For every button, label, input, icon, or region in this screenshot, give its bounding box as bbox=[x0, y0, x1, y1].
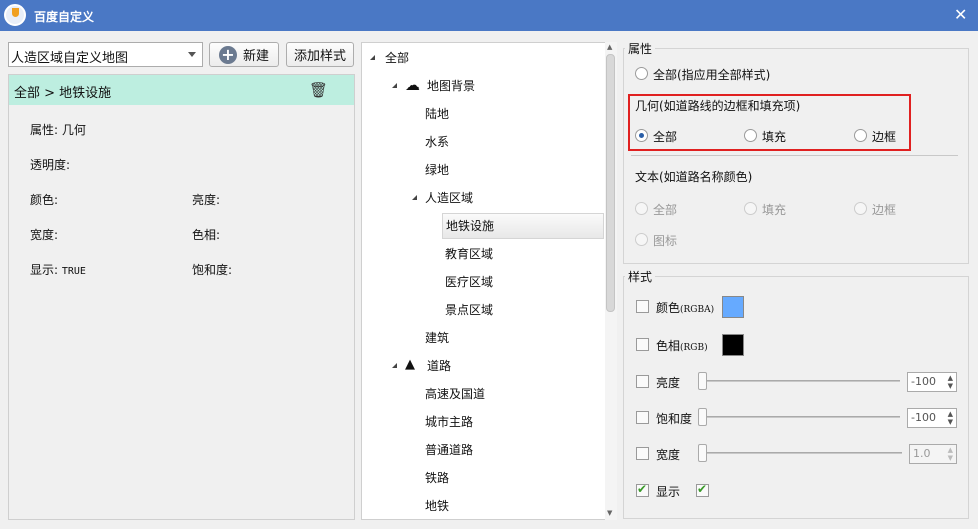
scrollbar-thumb[interactable] bbox=[606, 54, 615, 312]
tree-item[interactable]: 医疗区域 bbox=[445, 271, 493, 293]
prop-show: 显示: TRUE bbox=[30, 263, 86, 277]
chevron-down-icon bbox=[188, 52, 196, 57]
width-spinbox[interactable]: 1.0 ▲ ▼ bbox=[909, 444, 957, 464]
saturation-slider-knob[interactable] bbox=[698, 408, 707, 426]
tree-item[interactable]: 道路 bbox=[427, 355, 451, 377]
tree-item[interactable]: 建筑 bbox=[425, 327, 449, 349]
expand-arrow-icon[interactable] bbox=[392, 83, 397, 88]
title-bar: 百度自定义 ✕ bbox=[0, 0, 978, 31]
tree-item[interactable]: 地图背景 bbox=[427, 75, 475, 97]
show-label: 显示 bbox=[656, 485, 681, 499]
width-slider[interactable] bbox=[700, 452, 902, 454]
tree-item[interactable]: 绿地 bbox=[425, 159, 449, 181]
breadcrumb-text: 全部 > 地铁设施 bbox=[14, 86, 112, 101]
tree-item-selected[interactable]: 地铁设施 bbox=[442, 213, 604, 239]
spin-arrows-icon: ▲ ▼ bbox=[947, 374, 953, 390]
prop-opacity: 透明度: bbox=[30, 158, 71, 172]
road-icon: ▲ bbox=[405, 357, 415, 372]
tree-item[interactable]: 铁路 bbox=[425, 467, 449, 489]
tree-item[interactable]: 普通道路 bbox=[425, 439, 473, 461]
prop-width: 宽度: bbox=[30, 228, 59, 242]
brightness-slider[interactable] bbox=[700, 380, 900, 382]
width-label: 宽度 bbox=[656, 448, 681, 462]
tree-item[interactable]: 陆地 bbox=[425, 103, 449, 125]
add-style-label: 添加样式 bbox=[293, 49, 346, 64]
all-styles-label: 全部(指应用全部样式) bbox=[653, 68, 771, 82]
show-value-checkbox[interactable] bbox=[696, 482, 709, 497]
prop-saturation: 饱和度: bbox=[192, 263, 233, 277]
tree-item[interactable]: 高速及国道 bbox=[425, 383, 485, 405]
text-fill-label: 填充 bbox=[762, 203, 787, 217]
saturation-label: 饱和度 bbox=[656, 412, 693, 426]
divider bbox=[631, 155, 958, 156]
text-border-label: 边框 bbox=[872, 203, 897, 217]
radio-text-fill[interactable] bbox=[744, 202, 757, 215]
style-detail-panel: 全部 > 地铁设施 🗑 属性: 几何 透明度: 颜色: 亮度: 宽度: 色相: … bbox=[8, 74, 355, 520]
tree-item[interactable]: 景点区域 bbox=[445, 299, 493, 321]
new-label: 新建 bbox=[242, 49, 269, 64]
scroll-up-icon[interactable]: ▲ bbox=[607, 43, 612, 51]
brightness-slider-knob[interactable] bbox=[698, 372, 707, 390]
tree-item[interactable]: 城市主路 bbox=[425, 411, 473, 433]
tree-item[interactable]: 全部 bbox=[385, 47, 409, 69]
color-label: 颜色(RGBA) bbox=[656, 301, 715, 315]
prop-hue: 色相: bbox=[192, 228, 221, 242]
text-label: 文本(如道路名称颜色) bbox=[635, 170, 753, 184]
scroll-down-icon[interactable]: ▼ bbox=[607, 509, 612, 517]
color-checkbox[interactable] bbox=[636, 300, 649, 313]
brightness-checkbox[interactable] bbox=[636, 375, 649, 388]
window-title: 百度自定义 bbox=[34, 10, 95, 24]
prop-color: 颜色: bbox=[30, 193, 59, 207]
spin-arrows-icon: ▲ ▼ bbox=[947, 410, 953, 426]
trash-icon[interactable]: 🗑 bbox=[309, 81, 328, 99]
radio-all-styles[interactable] bbox=[635, 67, 648, 80]
map-select[interactable]: 人造区域自定义地图 bbox=[8, 42, 203, 67]
expand-arrow-icon[interactable] bbox=[412, 195, 417, 200]
radio-text-icon[interactable] bbox=[635, 233, 648, 246]
expand-arrow-icon[interactable] bbox=[370, 55, 375, 60]
prop-brightness: 亮度: bbox=[192, 193, 221, 207]
text-all-label: 全部 bbox=[653, 203, 678, 217]
highlight-box bbox=[628, 94, 911, 151]
brightness-spinbox[interactable]: -100 ▲ ▼ bbox=[907, 372, 957, 392]
new-button[interactable]: + 新建 bbox=[209, 42, 279, 67]
tree-item[interactable]: 人造区域 bbox=[425, 187, 473, 209]
tree-item[interactable]: 水系 bbox=[425, 131, 449, 153]
plus-icon: + bbox=[218, 45, 237, 64]
width-checkbox[interactable] bbox=[636, 447, 649, 460]
app-logo-icon bbox=[4, 4, 26, 26]
tree-scrollbar[interactable]: ▲ ▼ bbox=[605, 42, 617, 520]
cloud-icon: ☁ bbox=[405, 76, 420, 94]
map-select-value: 人造区域自定义地图 bbox=[11, 51, 129, 66]
saturation-slider[interactable] bbox=[700, 416, 900, 418]
hue-label: 色相(RGB) bbox=[656, 339, 708, 353]
prop-attribute: 属性: 几何 bbox=[30, 123, 86, 137]
spin-arrows-icon: ▲ ▼ bbox=[947, 446, 953, 462]
tree-item[interactable]: 教育区域 bbox=[445, 243, 493, 265]
breadcrumb[interactable]: 全部 > 地铁设施 🗑 bbox=[9, 75, 354, 105]
show-checkbox[interactable] bbox=[636, 482, 649, 497]
text-icon-label: 图标 bbox=[653, 234, 678, 248]
width-slider-knob[interactable] bbox=[698, 444, 707, 462]
brightness-label: 亮度 bbox=[656, 376, 681, 390]
tree-item[interactable]: 地铁 bbox=[425, 495, 449, 517]
hue-swatch[interactable] bbox=[722, 334, 744, 356]
style-group-label: 样式 bbox=[625, 268, 656, 285]
saturation-spinbox[interactable]: -100 ▲ ▼ bbox=[907, 408, 957, 428]
radio-text-all[interactable] bbox=[635, 202, 648, 215]
radio-text-border[interactable] bbox=[854, 202, 867, 215]
attributes-group-label: 属性 bbox=[625, 40, 656, 57]
close-button[interactable]: ✕ bbox=[954, 5, 967, 24]
add-style-button[interactable]: 添加样式 bbox=[286, 42, 354, 67]
color-swatch[interactable] bbox=[722, 296, 744, 318]
hue-checkbox[interactable] bbox=[636, 338, 649, 351]
expand-arrow-icon[interactable] bbox=[392, 363, 397, 368]
layer-tree: 全部 ☁ 地图背景 陆地 水系 绿地 人造区域 地铁设施 教育区域 医疗区域 景… bbox=[361, 42, 617, 520]
saturation-checkbox[interactable] bbox=[636, 411, 649, 424]
